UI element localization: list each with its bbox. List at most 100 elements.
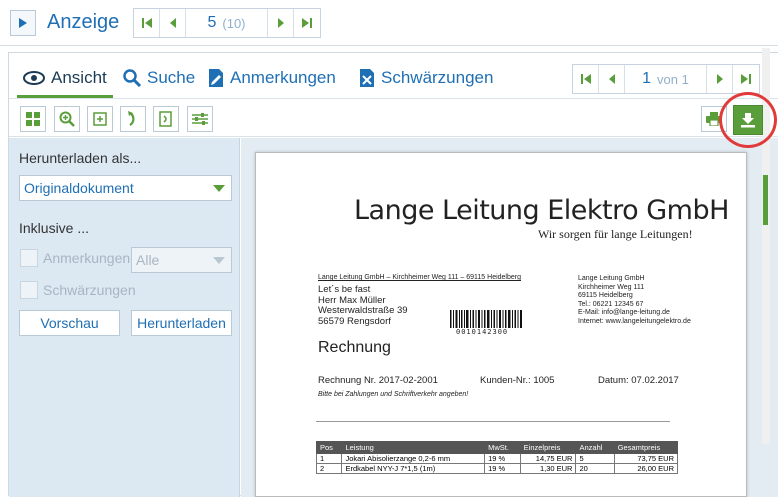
download-button[interactable]: Herunterladen [131,310,232,336]
fit-button[interactable] [87,106,113,132]
prev-icon [169,18,176,28]
company-slogan: Wir sorgen für lange Leitungen! [538,227,693,241]
scrollbar-thumb[interactable] [763,175,768,225]
zoom-icon [59,111,75,127]
table-header-row: Pos Leistung MwSt. Einzelpreis Anzahl Ge… [315,441,679,454]
page-pager: 1 von 1 [572,64,760,94]
doc-current: 5 [207,14,217,31]
eye-icon [23,71,45,85]
download-as-label: Herunterladen als... [19,150,142,166]
annotations-select[interactable]: Alle [131,247,232,273]
document-pager: 5 (10) [133,8,321,38]
sender-line-item: 69115 Heidelberg [578,292,633,299]
table-cell: 14,75 EUR [519,453,577,464]
prev-icon [608,74,615,84]
first-icon [141,18,152,28]
expand-button[interactable] [10,10,36,36]
last-doc-button[interactable] [294,9,320,37]
thumbnails-button[interactable] [20,106,46,132]
table-cell: 5 [575,453,615,464]
sender-line: Lange Leitung GmbH – Kirchheimer Weg 111… [318,274,521,281]
download-sidebar: Herunterladen als... Originaldokument In… [9,138,240,497]
page-view-button[interactable] [153,106,179,132]
rotate-button[interactable] [120,106,146,132]
redactions-checkbox[interactable] [20,281,38,299]
last-page-button[interactable] [733,65,759,93]
table-cell: 73,75 EUR [613,453,679,464]
customer-number: Kunden-Nr.: 1005 [480,375,555,386]
preview-button[interactable]: Vorschau [19,310,120,336]
invoice-table: Pos Leistung MwSt. Einzelpreis Anzahl Ge… [315,441,679,474]
annotations-checkbox[interactable] [20,249,38,267]
sender-line-item: Lange Leitung GmbH [578,275,645,282]
tab-label: Schwärzungen [381,68,494,87]
table-cell: 19 % [484,453,521,464]
prev-page-button[interactable] [599,65,625,93]
page-number-field[interactable]: 1 von 1 [625,65,707,93]
table-cell: 2 [315,463,343,474]
company-name: Lange Leitung Elektro GmbH [354,195,729,226]
sender-line-item: Tel.: 06221 12345 67 [578,300,644,308]
highlight-circle [719,92,777,148]
table-cell: Jokari Abisolierzange 0,2-6 mm [341,453,486,464]
search-icon [123,69,141,87]
invoice-note: Bitte bei Zahlungen und Schriftverkehr a… [318,391,469,398]
table-header: Anzahl [575,441,615,454]
grid-icon [26,112,40,126]
document-viewport[interactable]: Lange Leitung Elektro GmbH Wir sorgen fü… [241,138,778,497]
table-header: MwSt. [484,441,521,454]
sender-address: Lange Leitung GmbH Kirchheimer Weg 111 6… [578,275,691,326]
tab-label: Suche [147,68,196,87]
table-cell: 26,00 EUR [613,463,679,474]
page-current: 1 [642,70,652,87]
table-header: Gesamtpreis [613,441,679,454]
annotations-value: Alle [136,252,160,268]
tab-suche[interactable]: Suche [123,65,195,91]
tab-bar: Ansicht Suche Anmerkungen Schwärzungen 1… [9,53,778,99]
prev-doc-button[interactable] [160,9,186,37]
sender-line-item: Internet: www.langeleitungelektro.de [578,317,691,325]
tab-anmerkungen[interactable]: Anmerkungen [208,65,336,91]
sender-line-item: E-Mail: info@lange-leitung.de [578,309,670,316]
format-value: Originaldokument [24,180,134,196]
play-icon [19,18,27,28]
recipient-line: 56579 Rengsdorf [318,315,391,327]
doc-number-field[interactable]: 5 (10) [186,9,268,37]
tab-ansicht[interactable]: Ansicht [23,65,107,91]
top-bar: Anzeige 5 (10) [0,0,778,46]
first-page-button[interactable] [573,65,599,93]
table-header: Pos [315,441,343,454]
barcode-image [450,310,522,328]
next-page-button[interactable] [707,65,733,93]
table-header: Einzelpreis [519,441,577,454]
table-cell: 1,30 EUR [519,463,577,474]
rotate-icon [128,111,135,126]
settings-button[interactable] [187,106,213,132]
tab-schwaerzungen[interactable]: Schwärzungen [359,65,493,91]
next-icon [716,74,723,84]
toolbar [9,99,778,137]
viewer-panel: Ansicht Suche Anmerkungen Schwärzungen 1… [8,52,778,497]
chevron-down-icon [213,257,225,264]
zoom-button[interactable] [54,106,80,132]
page-icon [159,111,172,127]
note-icon [209,69,223,87]
document-page: Lange Leitung Elektro GmbH Wir sorgen fü… [255,152,747,497]
active-tab-indicator [17,95,113,98]
sender-line-item: Kirchheimer Weg 111 [578,283,645,291]
table-header: Leistung [341,441,486,454]
next-doc-button[interactable] [268,9,294,37]
tab-label: Anmerkungen [230,68,336,87]
tab-label: Ansicht [51,68,107,87]
table-cell: Erdkabel NYY-J 7*1,5 (1m) [341,463,486,474]
invoice-number: Rechnung Nr. 2017-02-2001 [318,375,438,386]
first-doc-button[interactable] [134,9,160,37]
last-icon [302,18,312,28]
page-total: von 1 [657,71,689,87]
recipient-line: Let´s be fast [318,284,371,295]
chevron-down-icon [213,185,225,192]
format-select[interactable]: Originaldokument [19,175,232,201]
sliders-icon [192,113,208,125]
table-cell: 19 % [484,463,521,474]
fit-icon [93,112,107,126]
